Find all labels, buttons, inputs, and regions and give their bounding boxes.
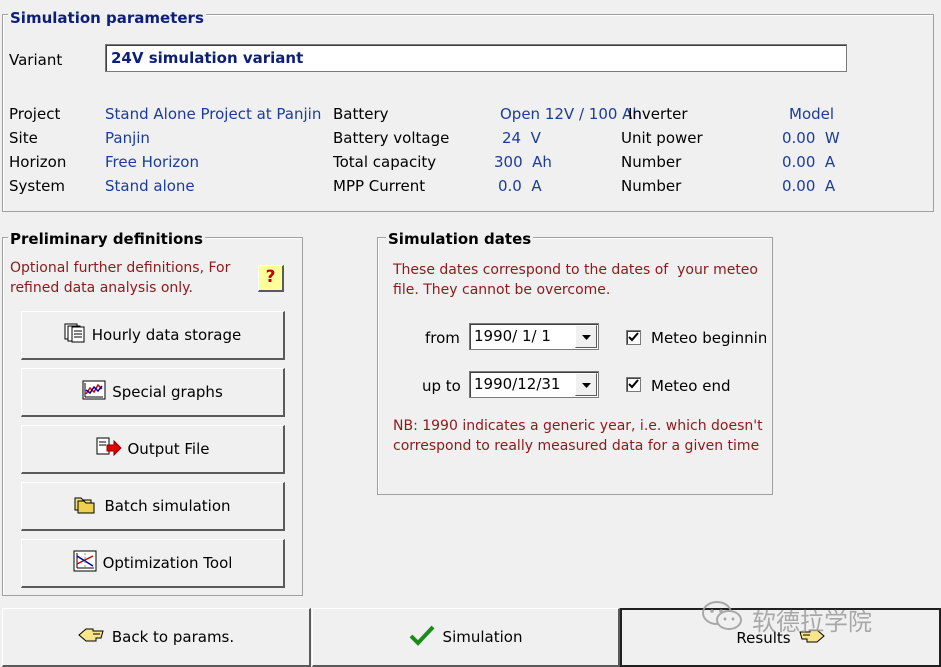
inverter-model-value: Model <box>789 105 835 123</box>
output-file-icon <box>96 437 122 461</box>
checkmark-icon <box>628 376 639 394</box>
meteo-end-label: Meteo end <box>651 377 731 395</box>
watermark: 软德拉学院 <box>700 600 872 638</box>
batch-simulation-button[interactable]: Batch simulation <box>21 482 285 531</box>
unit-power-value: 0.00 W <box>782 129 840 147</box>
wechat-logo-icon <box>700 600 744 638</box>
total-capacity-value: 300 Ah <box>494 153 552 171</box>
horizon-label: Horizon <box>9 153 67 171</box>
help-button[interactable]: ? <box>258 265 284 292</box>
battery-voltage-value: 24 V <box>502 129 541 147</box>
special-graphs-label: Special graphs <box>112 383 223 401</box>
battery-value: Open 12V / 100 Ah <box>500 105 642 123</box>
variant-label: Variant <box>9 51 63 69</box>
horizon-value: Free Horizon <box>105 153 199 171</box>
prelim-note-line1: Optional further definitions, For <box>10 260 231 276</box>
simulation-button[interactable]: Simulation <box>312 608 620 667</box>
inverter-label: Inverter <box>628 105 688 123</box>
batch-simulation-label: Batch simulation <box>104 497 231 515</box>
site-value: Panjin <box>105 129 150 147</box>
upto-date-select[interactable]: 1990/12/31 <box>469 371 599 398</box>
nb-note-line2: correspond to really measured data for a… <box>393 438 760 454</box>
optimization-tool-button[interactable]: Optimization Tool <box>21 539 285 588</box>
site-label: Site <box>9 129 38 147</box>
unit-power-label: Unit power <box>621 129 703 147</box>
simulation-parameters-title: Simulation parameters <box>8 9 206 27</box>
number-value-2: 0.00 A <box>782 177 836 195</box>
upto-label: up to <box>422 377 461 395</box>
document-stack-icon <box>64 323 86 347</box>
output-file-button[interactable]: Output File <box>21 425 285 474</box>
output-file-label: Output File <box>127 440 210 458</box>
optimization-tool-label: Optimization Tool <box>102 554 233 572</box>
battery-label: Battery <box>333 105 389 123</box>
variant-input[interactable]: 24V simulation variant <box>105 44 847 72</box>
simulation-label: Simulation <box>442 628 523 646</box>
hourly-data-storage-button[interactable]: Hourly data storage <box>21 311 285 360</box>
meteo-end-checkbox[interactable] <box>626 377 641 392</box>
watermark-text: 软德拉学院 <box>752 607 872 636</box>
preliminary-definitions-title: Preliminary definitions <box>8 230 205 248</box>
hourly-data-storage-label: Hourly data storage <box>91 326 242 344</box>
project-label: Project <box>9 105 61 123</box>
chevron-down-icon <box>581 324 591 349</box>
from-date-value: 1990/ 1/ 1 <box>474 327 551 345</box>
optimization-chart-icon <box>73 550 97 576</box>
special-graphs-button[interactable]: Special graphs <box>21 368 285 417</box>
system-label: System <box>9 177 65 195</box>
from-date-select[interactable]: 1990/ 1/ 1 <box>469 323 599 350</box>
hand-pointing-left-icon <box>78 627 104 647</box>
number-label-2: Number <box>621 177 682 195</box>
system-value: Stand alone <box>105 177 195 195</box>
battery-voltage-label: Battery voltage <box>333 129 450 147</box>
mpp-current-label: MPP Current <box>333 177 426 195</box>
mpp-current-value: 0.0 A <box>498 177 542 195</box>
back-to-params-button[interactable]: Back to params. <box>2 608 311 667</box>
from-dropdown-arrow[interactable] <box>575 325 597 348</box>
number-label-1: Number <box>621 153 682 171</box>
project-value: Stand Alone Project at Panjin <box>105 105 322 123</box>
back-to-params-label: Back to params. <box>111 628 235 646</box>
dates-note-line1: These dates correspond to the dates of y… <box>393 262 758 278</box>
simulation-dates-title: Simulation dates <box>386 230 534 248</box>
green-checkmark-icon <box>409 624 435 650</box>
upto-dropdown-arrow[interactable] <box>575 373 597 396</box>
chevron-down-icon <box>581 372 591 397</box>
number-value-1: 0.00 A <box>782 153 836 171</box>
total-capacity-label: Total capacity <box>333 153 437 171</box>
from-label: from <box>425 329 460 347</box>
folders-icon <box>74 494 98 518</box>
meteo-beginning-label: Meteo beginning <box>651 329 766 347</box>
prelim-note-line2: refined data analysis only. <box>10 280 193 296</box>
graph-icon <box>82 380 106 404</box>
nb-note-line1: NB: 1990 indicates a generic year, i.e. … <box>393 418 763 434</box>
checkmark-icon <box>628 329 639 347</box>
meteo-beginning-checkbox[interactable] <box>626 330 641 345</box>
dates-note-line2: file. They cannot be overcome. <box>393 282 611 298</box>
upto-date-value: 1990/12/31 <box>474 375 561 393</box>
